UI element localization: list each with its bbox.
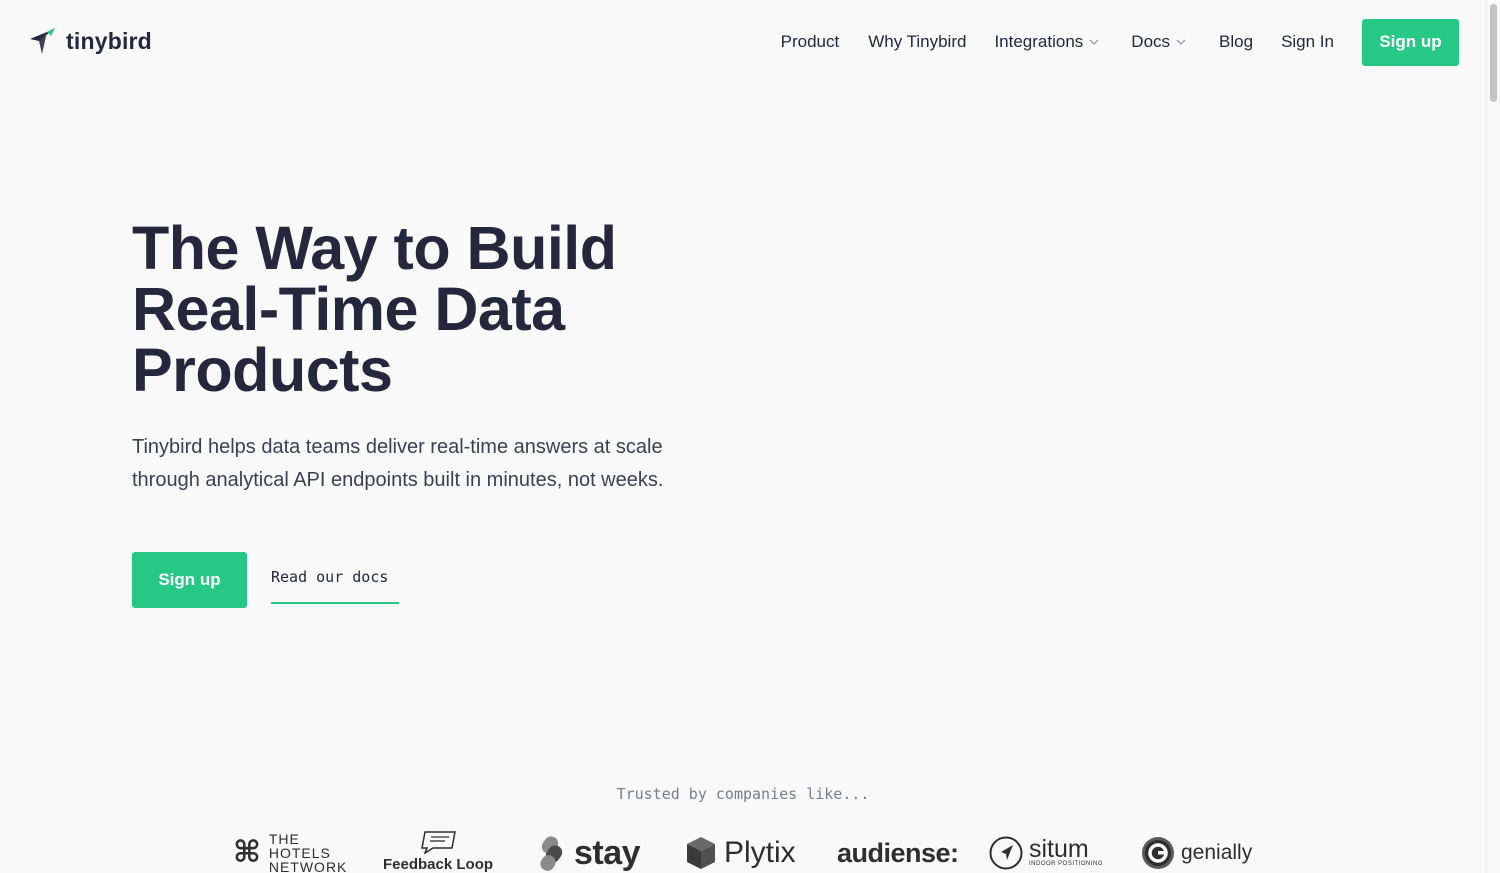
plytix-cube-icon xyxy=(687,837,715,869)
logo-feedback-loop: Feedback Loop xyxy=(383,830,493,873)
nav-why-tinybird-label: Why Tinybird xyxy=(868,32,967,51)
logo-situm-words: situm INDOOR POSITIONING xyxy=(1029,835,1104,868)
logo-audiense: audiense: xyxy=(837,838,959,869)
logo-situm-name: situm xyxy=(1029,835,1089,863)
logo-situm-tagline: INDOOR POSITIONING xyxy=(1029,861,1104,867)
logo-feedback-words: Feedback Loop xyxy=(383,856,494,873)
trusted-heading: Trusted by companies like... xyxy=(616,785,870,803)
site-header: tinybird Product Why Tinybird Integratio… xyxy=(0,0,1486,84)
nav-why-tinybird[interactable]: Why Tinybird xyxy=(868,32,966,52)
logo-the-hotels-network: ⌘ THE HOTELS NETWORK xyxy=(233,832,347,873)
nav-integrations-label: Integrations xyxy=(994,32,1084,51)
nav-docs[interactable]: Docs xyxy=(1131,32,1187,52)
logo-stay-words: stay xyxy=(574,834,641,872)
navigation-arrow-icon xyxy=(989,836,1023,870)
hero-subtitle-line: through analytical API endpoints built i… xyxy=(132,469,664,491)
nav-sign-in[interactable]: Sign In xyxy=(1281,32,1334,52)
nav-blog-label: Blog xyxy=(1219,32,1254,51)
logo-plytix-words: Plytix xyxy=(724,836,796,869)
brand-logo[interactable]: tinybird xyxy=(28,27,152,55)
tinybird-bird-icon xyxy=(30,28,55,54)
command-key-icon: ⌘ xyxy=(233,836,261,869)
logo-hotels-words: THE HOTELS NETWORK xyxy=(269,832,348,873)
feedback-loop-icon xyxy=(421,831,456,854)
hero-title: The Way to Build Real-Time Data Products xyxy=(132,218,832,401)
scrollbar-thumb[interactable] xyxy=(1490,4,1497,102)
nav-integrations[interactable]: Integrations xyxy=(994,32,1100,52)
genially-g-icon xyxy=(1142,837,1174,869)
nav-product-label: Product xyxy=(780,32,840,51)
nav-signup-button[interactable]: Sign up xyxy=(1362,18,1459,66)
logo-genially: genially xyxy=(1141,836,1252,870)
chevron-down-icon xyxy=(1089,39,1099,45)
nav-sign-in-label: Sign In xyxy=(1281,32,1334,51)
logo-genially-words: genially xyxy=(1181,841,1253,864)
logo-stay: stay xyxy=(537,834,641,873)
hero-title-line: The Way to Build xyxy=(132,214,617,282)
page: tinybird Product Why Tinybird Integratio… xyxy=(0,0,1500,873)
nav-product[interactable]: Product xyxy=(781,32,840,52)
hero-subtitle-line: Tinybird helps data teams deliver real-t… xyxy=(132,436,663,458)
nav-blog[interactable]: Blog xyxy=(1219,32,1253,52)
logo-plytix: Plytix xyxy=(686,836,796,870)
chevron-down-icon xyxy=(1176,39,1186,45)
logo-hotels-word: NETWORK xyxy=(268,859,348,873)
nav-docs-label: Docs xyxy=(1131,32,1171,51)
hero-title-line: Real-Time Data xyxy=(132,275,565,343)
page-scrollbar[interactable] xyxy=(1486,0,1500,873)
logo-situm: situm INDOOR POSITIONING xyxy=(989,836,1103,870)
hero-title-line: Products xyxy=(132,336,393,404)
read-docs-link[interactable]: Read our docs xyxy=(271,568,399,604)
logo-audiense-words: audiense: xyxy=(837,838,959,868)
hero-subtitle: Tinybird helps data teams deliver real-t… xyxy=(132,431,732,497)
stay-s-icon xyxy=(540,835,563,871)
brand-name: tinybird xyxy=(66,27,152,54)
main-nav: Product Why Tinybird Integrations Docs B… xyxy=(781,18,1459,66)
hero-signup-button[interactable]: Sign up xyxy=(132,552,247,608)
